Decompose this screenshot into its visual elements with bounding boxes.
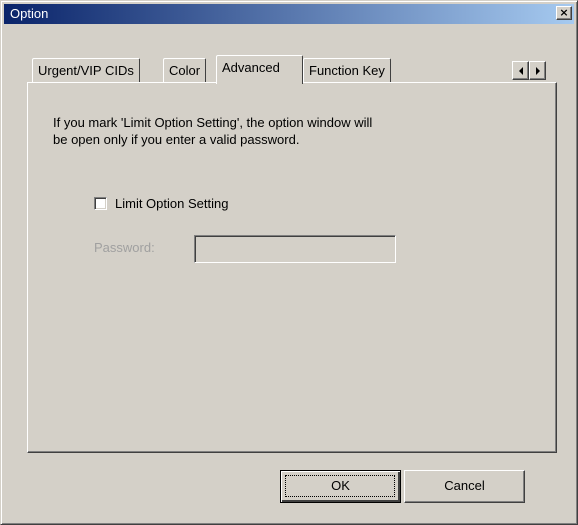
option-dialog: Option × Urgent/VIP CIDs Color Advanced … [0, 0, 578, 525]
title-bar[interactable]: Option × [4, 4, 574, 24]
tab-function-key[interactable]: Function Key [303, 58, 391, 82]
tab-color[interactable]: Color [163, 58, 207, 82]
advanced-panel: If you mark 'Limit Option Setting', the … [27, 82, 557, 453]
close-icon: × [559, 6, 569, 19]
tab-label: Function Key [309, 63, 385, 78]
limit-option-setting-checkbox[interactable] [94, 197, 107, 210]
password-field[interactable] [194, 235, 396, 263]
tab-label: Advanced [222, 60, 280, 75]
description-line: be open only if you enter a valid passwo… [53, 132, 300, 147]
focus-rect [285, 475, 395, 497]
tab-urgent-vip-cids[interactable]: Urgent/VIP CIDs [32, 58, 140, 82]
advanced-description: If you mark 'Limit Option Setting', the … [53, 114, 493, 148]
arrow-left-icon [518, 66, 523, 75]
tab-label: Urgent/VIP CIDs [38, 63, 134, 78]
cancel-button[interactable]: Cancel [404, 470, 525, 503]
tab-label: Color [169, 63, 201, 78]
close-button[interactable]: × [556, 6, 572, 20]
password-label: Password: [94, 240, 155, 255]
description-line: If you mark 'Limit Option Setting', the … [53, 115, 373, 130]
limit-option-setting-label[interactable]: Limit Option Setting [115, 196, 228, 211]
tab-advanced[interactable]: Advanced [216, 55, 303, 84]
limit-option-setting-row[interactable]: Limit Option Setting [94, 196, 228, 211]
cancel-button-label: Cancel [444, 478, 485, 493]
tab-scroll-left-button[interactable] [512, 61, 529, 80]
window-title: Option [10, 6, 49, 21]
tab-scroll-right-button[interactable] [529, 61, 546, 80]
ok-button[interactable]: OK [280, 470, 401, 503]
tab-scroll-control [512, 61, 546, 80]
arrow-right-icon [535, 66, 540, 75]
